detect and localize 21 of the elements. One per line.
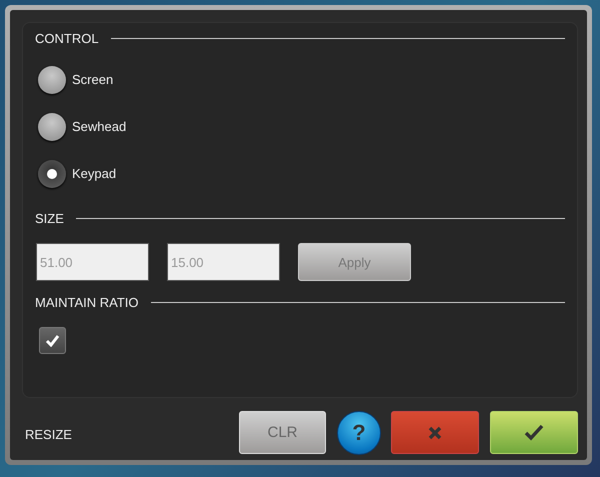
input-field[interactable]: 51.00 — [36, 243, 149, 281]
apply-button[interactable]: Apply — [298, 243, 411, 281]
dialog-title: RESIZE — [25, 426, 73, 442]
help-button[interactable]: ? — [337, 410, 381, 454]
checkbox[interactable] — [39, 327, 66, 354]
clear-button[interactable]: CLR — [239, 411, 326, 454]
close-icon — [428, 426, 442, 440]
cancel-button[interactable] — [391, 411, 479, 454]
radio-button[interactable] — [38, 112, 66, 140]
radio-label: Keypad — [72, 166, 116, 181]
section-title: SIZE — [35, 210, 64, 226]
section-title: MAINTAIN RATIO — [35, 294, 139, 310]
check-icon — [524, 424, 544, 441]
input-field[interactable]: 15.00 — [167, 243, 280, 281]
radio-label: Screen — [72, 72, 114, 87]
confirm-button[interactable] — [490, 411, 578, 454]
radio-label: Sewhead — [72, 119, 126, 134]
radio-button[interactable] — [38, 66, 66, 94]
check-icon — [45, 334, 60, 347]
radio-button[interactable] — [38, 160, 66, 188]
section-title: CONTROL — [35, 30, 99, 46]
